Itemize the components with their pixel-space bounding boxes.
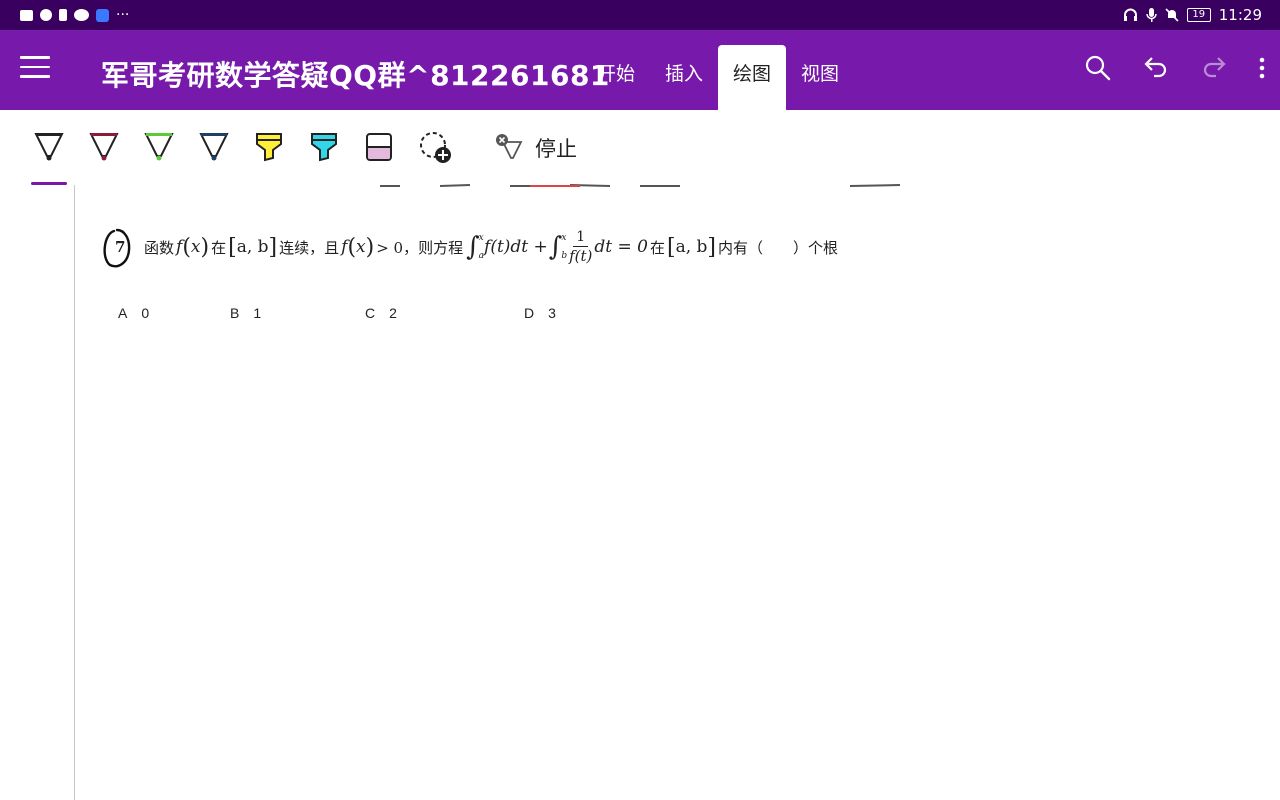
option-c[interactable]: C2 <box>365 305 397 321</box>
status-left-icons: ··· <box>0 7 129 23</box>
hamburger-menu-button[interactable] <box>20 56 50 82</box>
mic-icon <box>1146 8 1157 22</box>
redo-icon[interactable] <box>1200 54 1228 82</box>
highlighter-cyan[interactable] <box>308 130 342 164</box>
question-text: 连续，且 <box>279 238 340 257</box>
question-text: 内有（ ）个根 <box>718 238 839 257</box>
option-letter: B <box>230 305 240 321</box>
paren-open: ( <box>347 234 357 260</box>
tab-draw[interactable]: 绘图 <box>718 45 787 110</box>
bracket-open: [ <box>667 234 676 260</box>
status-time: 11:29 <box>1218 6 1262 24</box>
math-interval: a, b <box>236 237 269 257</box>
math-interval: a, b <box>675 237 708 257</box>
pen-icon <box>199 133 229 161</box>
pen-black[interactable] <box>33 130 67 164</box>
tab-home[interactable]: 开始 <box>582 45 650 110</box>
integrand-1: f(t)dt + <box>484 237 548 257</box>
pen-maroon[interactable] <box>88 130 122 164</box>
math-x: x <box>356 237 366 257</box>
fraction: 1 f(t) <box>569 229 592 266</box>
undo-icon[interactable] <box>1142 54 1170 82</box>
option-d[interactable]: D3 <box>524 305 556 321</box>
option-value: 3 <box>548 305 556 321</box>
bracket-open: [ <box>228 234 237 260</box>
headphones-icon <box>1123 8 1137 21</box>
pen-green[interactable] <box>143 130 177 164</box>
pen-icon <box>89 133 119 161</box>
fraction-denominator: f(t) <box>569 246 593 265</box>
stop-label: 停止 <box>535 137 577 161</box>
mute-icon <box>1165 8 1179 22</box>
option-letter: A <box>118 305 128 321</box>
stop-button[interactable]: 停止 <box>493 130 577 166</box>
lasso-add-icon <box>420 132 451 163</box>
question-text: 在 <box>649 238 665 257</box>
question-text: 函数 <box>144 238 175 257</box>
stop-pen-icon <box>496 134 523 159</box>
menu-line-icon <box>20 56 50 59</box>
video-icon <box>20 9 33 21</box>
fraction-numerator: 1 <box>573 229 589 247</box>
status-bar: ··· 19 11:29 <box>0 0 1280 30</box>
tab-view[interactable]: 视图 <box>786 45 854 110</box>
option-value: 0 <box>141 305 150 321</box>
question-text: 在 <box>211 238 227 257</box>
question-number: 7 <box>103 228 134 268</box>
pen-navy[interactable] <box>198 130 232 164</box>
lamp-icon <box>96 8 109 22</box>
menu-line-icon <box>20 75 50 78</box>
question-text: > 0，则方程 <box>376 238 464 257</box>
integral-sign-1: ∫ <box>466 232 480 262</box>
bracket-close: ] <box>707 234 717 260</box>
highlighter-yellow[interactable] <box>253 130 287 164</box>
highlighter-icon <box>256 133 282 162</box>
pen-icon <box>144 133 174 161</box>
question-number-text: 7 <box>115 238 126 256</box>
notification-icon <box>59 9 67 21</box>
menu-line-icon <box>20 65 50 68</box>
user-icon <box>40 9 52 21</box>
draw-toolbar: 停止 <box>0 110 1280 186</box>
option-value: 2 <box>389 305 397 321</box>
eraser-icon <box>366 133 392 161</box>
battery-icon: 19 <box>1186 8 1211 22</box>
option-a[interactable]: A0 <box>118 305 149 321</box>
integral-sign-2: ∫ <box>548 232 563 262</box>
option-b[interactable]: B1 <box>230 305 261 321</box>
wechat-icon <box>74 9 89 21</box>
cutoff-ink-strokes <box>380 184 901 187</box>
eraser-pink[interactable] <box>363 130 397 164</box>
option-letter: D <box>524 305 535 321</box>
pen-icon <box>34 133 64 161</box>
question-7: 7 函数 f ( x ) 在 [ a, b ] 连续，且 f ( x ) > 0… <box>103 222 840 272</box>
bracket-close: ] <box>268 234 278 260</box>
page-margin-line <box>74 185 75 800</box>
search-icon[interactable] <box>1084 54 1112 82</box>
ribbon-tabs: 开始 插入 绘图 视图 <box>582 45 854 110</box>
paren-open: ( <box>182 234 191 260</box>
tab-insert[interactable]: 插入 <box>650 45 718 110</box>
option-value: 1 <box>253 305 262 321</box>
paren-close: ) <box>365 234 375 260</box>
more-icon: ··· <box>116 7 130 23</box>
app-bar: 军哥考研数学答疑QQ群^812261681 开始 插入 绘图 视图 <box>0 30 1280 110</box>
more-vert-icon[interactable] <box>1258 56 1266 80</box>
notebook-title[interactable]: 军哥考研数学答疑QQ群^812261681 <box>101 54 610 94</box>
option-letter: C <box>365 305 376 321</box>
status-right-icons: 19 11:29 <box>1123 6 1280 24</box>
lasso-add-tool[interactable] <box>418 130 452 164</box>
note-page[interactable] <box>0 185 1280 800</box>
math-x: x <box>190 237 201 257</box>
app-actions <box>1084 54 1266 82</box>
equation-tail: dt = 0 <box>594 237 648 257</box>
highlighter-icon <box>311 133 337 162</box>
battery-level: 19 <box>1192 9 1206 20</box>
paren-close: ) <box>200 234 210 260</box>
